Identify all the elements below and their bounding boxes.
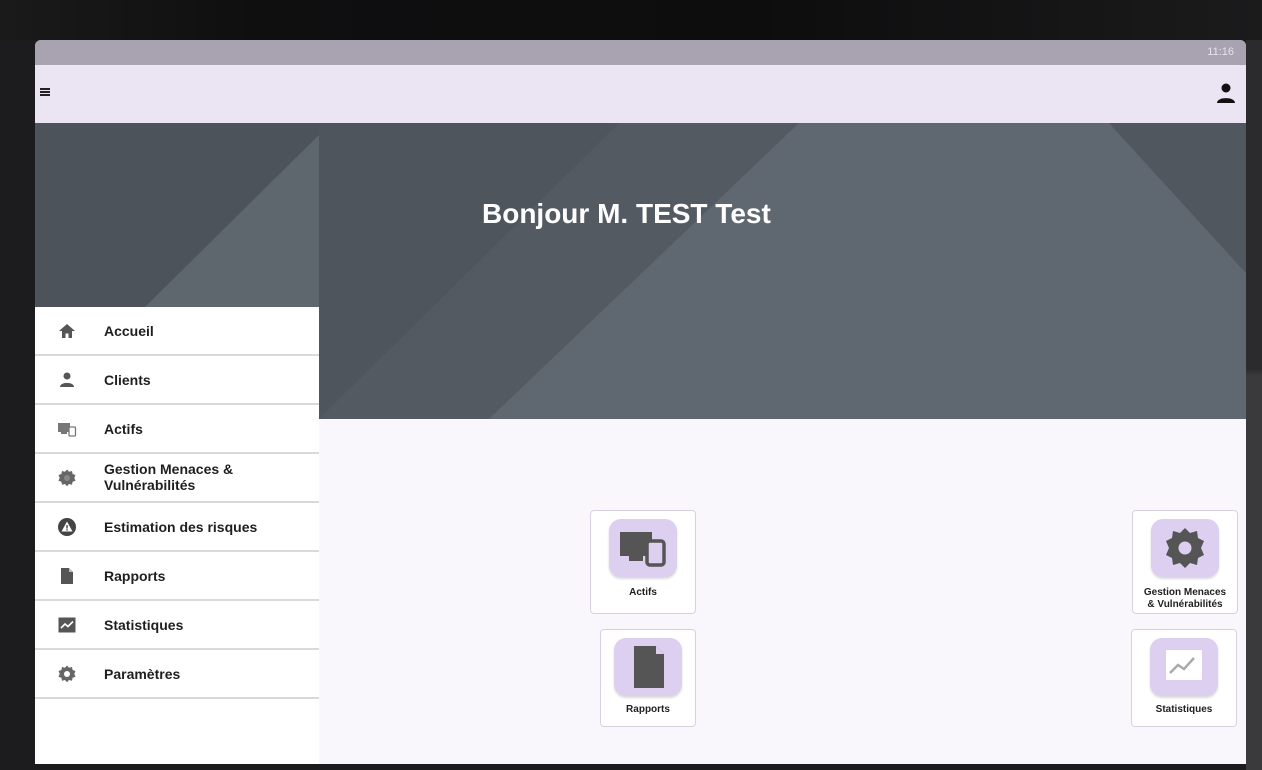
- sidebar-item-label: Gestion Menaces & Vulnérabilités: [104, 461, 234, 493]
- tile-rapports[interactable]: Rapports: [600, 629, 696, 727]
- home-icon: [59, 324, 75, 338]
- app-bar: [35, 65, 1246, 123]
- status-bar: 11:16: [35, 40, 1246, 65]
- sidebar-item-actifs[interactable]: Actifs: [35, 405, 319, 454]
- tile-label-line1: Gestion Menaces: [1143, 587, 1227, 598]
- document-icon: [61, 568, 73, 584]
- welcome-banner: Bonjour M. TEST Test: [319, 123, 1246, 419]
- tile-statistiques[interactable]: Statistiques: [1131, 629, 1237, 727]
- sidebar-item-label: Paramètres: [104, 666, 181, 682]
- sidebar-item-parametres[interactable]: Paramètres: [35, 650, 319, 699]
- tile-label: Actifs: [629, 587, 657, 598]
- account-icon[interactable]: [1214, 81, 1238, 105]
- app-screen: 11:16 Bonjour M. TEST Test Accueil Clien…: [35, 40, 1246, 764]
- greeting-title: Bonjour M. TEST Test: [482, 198, 771, 229]
- document-icon: [634, 646, 664, 688]
- tile-label: Rapports: [626, 704, 670, 715]
- sidebar-item-gestion-menaces[interactable]: Gestion Menaces & Vulnérabilités: [35, 454, 319, 503]
- sidebar-item-accueil[interactable]: Accueil: [35, 307, 319, 356]
- chart-icon: [1166, 650, 1202, 680]
- bug-gear-icon: [58, 469, 76, 487]
- device-bezel-side: [1246, 40, 1262, 770]
- sidebar-item-clients[interactable]: Clients: [35, 356, 319, 405]
- sidebar-item-label: Rapports: [104, 568, 166, 584]
- gear-icon: [58, 665, 76, 683]
- navigation-drawer: Accueil Clients Actifs Gestion Menaces &…: [35, 307, 319, 764]
- device-bezel: [0, 0, 1262, 40]
- drawer-header: [35, 123, 319, 307]
- devices-icon: [58, 423, 77, 437]
- sidebar-item-label: Statistiques: [104, 617, 184, 633]
- sidebar-item-statistiques[interactable]: Statistiques: [35, 601, 319, 650]
- person-icon: [60, 372, 74, 387]
- tile-actifs[interactable]: Actifs: [590, 510, 696, 614]
- status-time: 11:16: [1207, 46, 1234, 58]
- sidebar-item-rapports[interactable]: Rapports: [35, 552, 319, 601]
- sidebar-item-label: Clients: [104, 372, 151, 388]
- warning-icon: [58, 518, 76, 536]
- sidebar-item-estimation-risques[interactable]: Estimation des risques: [35, 503, 319, 552]
- chart-icon: [58, 617, 76, 633]
- sidebar-item-label: Estimation des risques: [104, 519, 258, 535]
- tile-label-line2: & Vulnérabilités: [1147, 599, 1223, 610]
- sidebar-item-label: Accueil: [104, 323, 154, 339]
- tile-gestion-menaces[interactable]: Gestion Menaces & Vulnérabilités: [1132, 510, 1238, 614]
- devices-icon: [620, 532, 666, 567]
- hamburger-menu-icon[interactable]: [40, 88, 50, 96]
- sidebar-item-label: Actifs: [104, 421, 143, 437]
- tile-label: Statistiques: [1155, 704, 1213, 715]
- gear-icon: [1166, 528, 1204, 568]
